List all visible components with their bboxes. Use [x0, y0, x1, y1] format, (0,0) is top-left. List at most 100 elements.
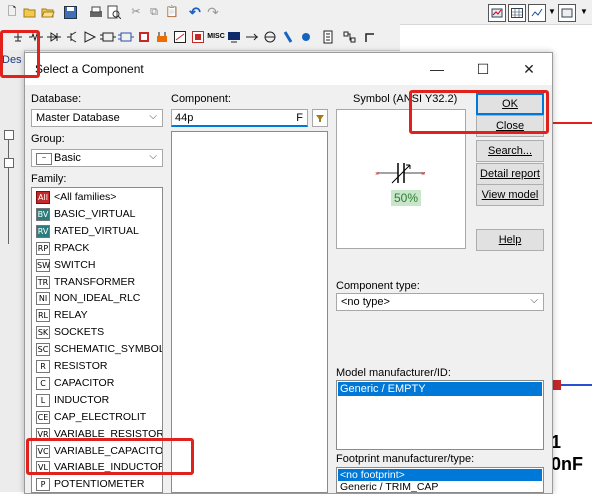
component-label: Component:	[171, 93, 231, 105]
group-label: Group:	[31, 133, 65, 145]
family-item-label: TRANSFORMER	[54, 275, 136, 288]
highlight-line	[551, 122, 592, 124]
family-icon: CE	[36, 410, 50, 424]
place-ni-components-icon[interactable]	[262, 29, 278, 45]
family-icon: SK	[36, 326, 50, 340]
family-icon: SW	[36, 258, 50, 272]
family-item-label: SWITCH	[54, 258, 96, 271]
schematic-canvas[interactable]: 1 0nF	[551, 50, 592, 492]
family-icon: All	[36, 191, 50, 204]
family-icon: C	[36, 376, 50, 390]
family-item-label: CAPACITOR	[54, 376, 115, 389]
group-value: Basic	[54, 152, 81, 164]
family-icon: NI	[36, 292, 50, 306]
place-misc-icon[interactable]: MISC	[207, 29, 225, 45]
component-search-input[interactable]: 44p F	[171, 109, 308, 127]
place-diode-icon[interactable]	[46, 29, 62, 45]
more-icon[interactable]	[558, 4, 576, 22]
place-transistor-icon[interactable]	[64, 29, 80, 45]
place-junction-icon[interactable]	[362, 29, 378, 45]
detail-report-button[interactable]: Detail report	[476, 163, 544, 185]
grapher-icon[interactable]	[488, 4, 506, 22]
view-model-button[interactable]: View model	[476, 184, 544, 206]
footprint-item[interactable]: Generic / TRIM_CAP	[340, 481, 438, 492]
family-item-label: SCHEMATIC_SYMBOLS	[54, 343, 163, 356]
new-icon[interactable]: 🗋	[4, 4, 20, 20]
family-icon: BV	[36, 207, 50, 221]
search-button[interactable]: Search...	[476, 140, 544, 162]
chevron-down-icon: ⌵	[530, 295, 538, 306]
footprint-item-selected[interactable]: <no footprint>	[338, 469, 542, 481]
main-toolbar: 🗋 ✂ ⧉ 📋 ↶ ↷ ▼ ▼	[0, 0, 592, 25]
family-icon: RV	[36, 224, 50, 238]
design-toolbox-strip: Des	[0, 50, 25, 492]
basic-group-icon: ~	[36, 153, 52, 165]
footprint-list[interactable]: <no footprint> Generic / TRIM_CAP	[336, 467, 544, 493]
canvas-value-label: 0nF	[551, 454, 584, 474]
family-icon: L	[36, 393, 50, 407]
family-item-label: INDUCTOR	[54, 393, 110, 406]
print-icon[interactable]	[88, 4, 104, 20]
filter-button[interactable]	[312, 109, 328, 127]
help-button[interactable]: Help	[476, 229, 544, 251]
undo-icon[interactable]: ↶	[187, 4, 203, 20]
dropdown-arrow-icon[interactable]: ▼	[576, 4, 592, 20]
database-select[interactable]: Master Database ⌵	[31, 109, 163, 127]
tree-expander[interactable]	[4, 158, 14, 168]
paste-icon[interactable]: 📋	[164, 4, 180, 20]
print-preview-icon[interactable]	[106, 4, 122, 20]
component-type-select[interactable]: <no type> ⌵	[336, 293, 544, 311]
dialog-titlebar: Select a Component — ☐ ✕	[25, 53, 552, 85]
cut-icon[interactable]: ✂	[128, 4, 144, 20]
place-hierarchical-icon[interactable]	[320, 29, 336, 45]
tree-expander[interactable]	[4, 130, 14, 140]
place-indicator-icon[interactable]	[190, 29, 206, 45]
place-electromechanical-icon[interactable]	[244, 29, 260, 45]
database-value: Master Database	[36, 112, 120, 124]
save-icon[interactable]	[62, 4, 78, 20]
component-type-value: <no type>	[341, 296, 390, 308]
family-item-label: CAP_ELECTROLIT	[54, 410, 147, 423]
family-icon: SC	[36, 343, 50, 357]
place-analog-icon[interactable]	[82, 29, 98, 45]
spreadsheet-icon[interactable]	[508, 4, 526, 22]
place-connectors-icon[interactable]	[280, 29, 296, 45]
group-select[interactable]: ~ Basic ⌵	[31, 149, 163, 167]
maximize-icon[interactable]: ☐	[460, 53, 506, 85]
copy-icon[interactable]: ⧉	[146, 4, 162, 20]
redo-icon[interactable]: ↷	[205, 4, 221, 20]
place-mcu2-icon[interactable]	[298, 29, 314, 45]
dialog-title: Select a Component	[35, 62, 144, 76]
family-icon: RL	[36, 309, 50, 323]
place-cmos-icon[interactable]	[118, 29, 134, 45]
footprint-label: Footprint manufacturer/type:	[336, 453, 475, 465]
place-bus-icon[interactable]	[342, 29, 358, 45]
database-label: Database:	[31, 93, 82, 105]
model-item-selected[interactable]: Generic / EMPTY	[338, 382, 542, 396]
family-icon: TR	[36, 275, 50, 289]
family-icon: P	[36, 478, 50, 492]
open-folder-icon[interactable]	[40, 4, 56, 20]
open-icon[interactable]	[22, 4, 38, 20]
component-list[interactable]	[171, 131, 328, 493]
annotation-highlight-toolbar	[0, 30, 40, 78]
filter-icon	[316, 115, 324, 122]
place-mcu-icon[interactable]	[136, 29, 152, 45]
minimize-icon[interactable]: —	[414, 53, 460, 85]
place-rf-icon[interactable]	[226, 29, 242, 45]
family-item-label: RELAY	[54, 309, 88, 322]
misc-label: MISC	[207, 33, 225, 40]
svg-text:×: ×	[375, 171, 379, 178]
close-icon[interactable]: ✕	[506, 53, 552, 85]
place-ttl-icon[interactable]	[100, 29, 116, 45]
family-icon: R	[36, 360, 50, 373]
chevron-down-icon: ⌵	[149, 151, 157, 162]
model-list[interactable]: Generic / EMPTY	[336, 380, 544, 450]
family-item-label: RPACK	[54, 241, 90, 254]
component-type-label: Component type:	[336, 280, 420, 292]
symbol-percent: 50%	[391, 190, 421, 206]
place-mixed-icon[interactable]	[172, 29, 188, 45]
place-advanced-peripherals-icon[interactable]	[154, 29, 170, 45]
annotation-highlight-ok-close	[409, 90, 549, 134]
components-toolbar: MISC	[0, 24, 400, 51]
